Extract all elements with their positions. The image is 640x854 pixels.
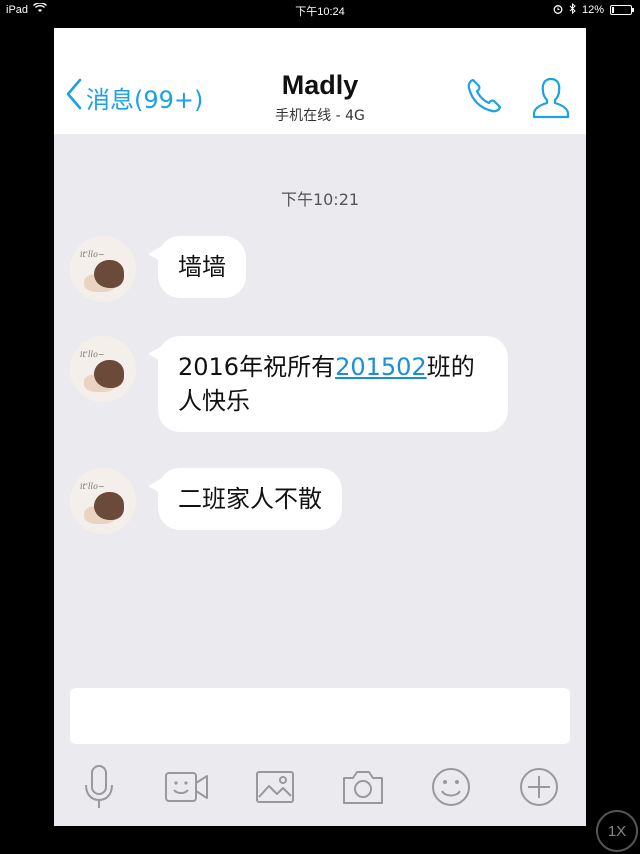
battery-percent: 12% <box>581 4 604 16</box>
message-text: 2016年祝所有 <box>178 353 336 381</box>
message-text: 二班家人不散 <box>178 485 322 513</box>
battery-icon <box>610 5 634 15</box>
video-icon[interactable] <box>162 762 212 812</box>
microphone-icon[interactable] <box>74 762 124 812</box>
phone-icon[interactable] <box>464 76 504 120</box>
message-text: 墙墙 <box>178 253 226 281</box>
contact-info: Madly 手机在线 - 4G <box>54 70 586 125</box>
bluetooth-icon <box>569 2 576 17</box>
contact-status: 手机在线 - 4G <box>275 108 365 124</box>
status-time: 下午10:24 <box>295 6 345 18</box>
message-input[interactable] <box>70 688 570 744</box>
chat-header: 消息(99+) Madly 手机在线 - 4G <box>54 28 586 134</box>
message-link[interactable]: 201502 <box>335 353 427 381</box>
status-bar: iPad 下午10:24 12% <box>0 0 640 20</box>
camera-icon[interactable] <box>338 762 388 812</box>
message-row: it'llo~ 二班家人不散 <box>70 468 342 534</box>
alarm-icon <box>553 4 563 17</box>
plus-icon[interactable] <box>514 762 564 812</box>
avatar[interactable]: it'llo~ <box>70 336 136 402</box>
avatar[interactable]: it'llo~ <box>70 236 136 302</box>
profile-icon[interactable] <box>530 76 572 124</box>
message-timestamp: 下午10:21 <box>280 190 360 209</box>
chat-window: 消息(99+) Madly 手机在线 - 4G 下午10:21 it'llo~ … <box>54 28 586 826</box>
message-bubble[interactable]: 墙墙 <box>148 236 246 298</box>
message-row: it'llo~ 2016年祝所有201502班的 人快乐 <box>70 336 508 432</box>
chat-toolbar <box>54 758 586 818</box>
message-bubble[interactable]: 2016年祝所有201502班的 人快乐 <box>148 336 508 432</box>
message-row: it'llo~ 墙墙 <box>70 236 246 302</box>
zoom-button[interactable]: 1X <box>596 810 638 852</box>
message-text: 班的 <box>426 353 475 381</box>
message-bubble[interactable]: 二班家人不散 <box>148 468 342 530</box>
contact-name: Madly <box>281 70 359 100</box>
avatar[interactable]: it'llo~ <box>70 468 136 534</box>
message-text: 人快乐 <box>178 387 250 415</box>
emoji-icon[interactable] <box>426 762 476 812</box>
image-icon[interactable] <box>250 762 300 812</box>
